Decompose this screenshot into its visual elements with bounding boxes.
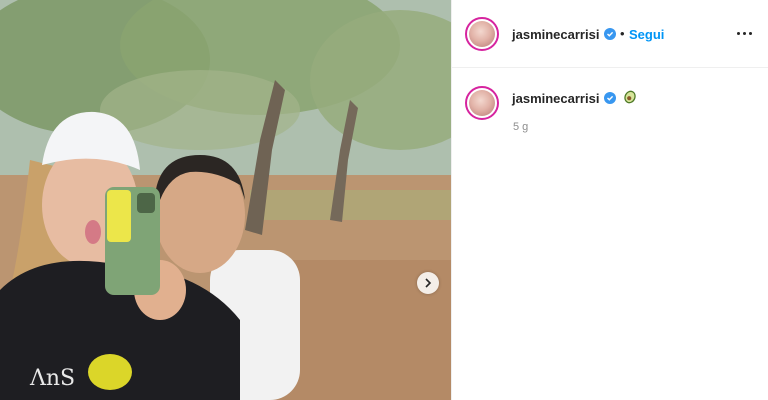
avatar-image [469, 90, 495, 116]
next-photo-button[interactable] [417, 272, 439, 294]
more-icon-dot [736, 31, 740, 35]
caption-username[interactable]: jasminecarrisi [512, 91, 599, 106]
post-photo[interactable]: ɅnS [0, 0, 451, 400]
svg-text:ɅnS: ɅnS [29, 366, 75, 391]
post-timestamp: 5 g [513, 121, 529, 133]
verified-badge-icon [604, 28, 616, 40]
chevron-right-icon [425, 278, 432, 288]
post-side-panel [451, 0, 768, 400]
more-options-button[interactable] [735, 26, 753, 40]
caption-avatar[interactable] [465, 86, 499, 120]
header-username[interactable]: jasminecarrisi [512, 27, 599, 42]
verified-badge-icon [604, 92, 616, 104]
follow-button[interactable]: Segui [629, 27, 664, 42]
more-icon-dot [742, 31, 746, 35]
instagram-post: ɅnS jasminecarrisi • Segui jasminecarris… [0, 0, 768, 400]
header-avatar[interactable] [465, 17, 499, 51]
avocado-icon [624, 90, 636, 104]
more-icon-dot [748, 31, 752, 35]
avatar-image [469, 21, 495, 47]
photo-illustration: ɅnS [0, 0, 451, 400]
separator-dot: • [620, 26, 625, 41]
